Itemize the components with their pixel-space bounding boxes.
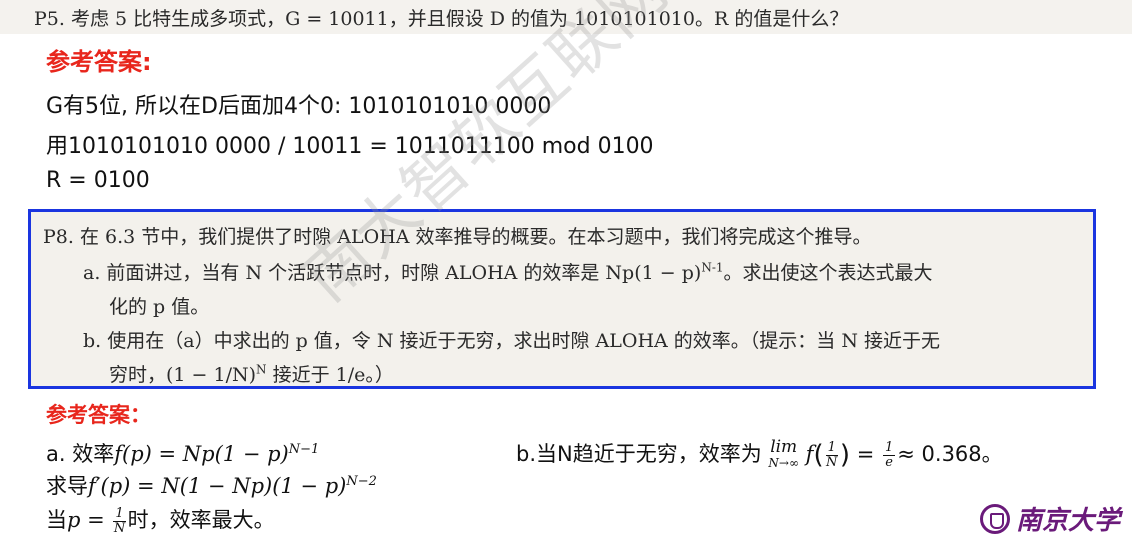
lim-subscript: N→∞ [768, 456, 799, 470]
p8-a-text-end: 。求出使这个表达式最大 [723, 262, 933, 284]
p8-b-text: 穷时，(1 − 1/N) [109, 364, 257, 386]
b-frac-den: N [826, 454, 838, 470]
max-fraction: 1N [113, 505, 126, 536]
p8-a-exponent: N-1 [701, 260, 724, 275]
max-prefix: 当 [46, 508, 67, 532]
answer2-max-condition: 当p = 1 N 时，效率最大。 [46, 504, 275, 536]
university-name: 南京大学 [1016, 506, 1121, 536]
problem-p8-a-line2: 化的 p 值。 [109, 296, 210, 318]
max-frac-num: 1 [113, 505, 126, 522]
max-suffix: 时，效率最大。 [127, 508, 275, 532]
answer1-line-2: 用1010101010 0000 / 10011 = 1011011100 mo… [46, 134, 654, 159]
problem-p8-a-line1: a. 前面讲过，当有 N 个活跃节点时，时隙 ALOHA 的效率是 Np(1 −… [83, 258, 933, 285]
e-frac-num: 1 [882, 439, 896, 456]
problem-p8-heading: P8. 在 6.3 节中，我们提供了时隙 ALOHA 效率推导的概要。在本习题中… [43, 226, 872, 248]
a-formula: f(p) = Np(1 − p) [114, 442, 289, 466]
p8-b-exponent: N [256, 362, 267, 377]
problem-p8-b-line1: b. 使用在（a）中求出的 p 值，令 N 接近于无穷，求出时隙 ALOHA 的… [83, 330, 941, 352]
e-fraction: 1e [882, 439, 896, 470]
e-frac-den: e [885, 454, 893, 470]
lim-text: lim [770, 437, 798, 457]
max-frac-den: N [113, 520, 126, 536]
b-prefix: b.当N趋近于无穷，效率为 [516, 442, 762, 466]
b-fraction: 1N [825, 439, 838, 470]
right-paren: ) [839, 440, 851, 470]
a-exponent: N−1 [288, 442, 320, 457]
b-frac-num: 1 [825, 439, 838, 456]
answer-heading-2: 参考答案： [46, 403, 151, 427]
limit-operator: lim N→∞ [768, 439, 799, 471]
problem-p8-b-line2: 穷时，(1 − 1/N)N 接近于 1/e。） [109, 360, 394, 387]
derive-formula: f′(p) = N(1 − Np)(1 − p) [88, 474, 347, 498]
answer-heading-1: 参考答案: [46, 48, 152, 76]
answer2-a-efficiency: a. 效率f(p) = Np(1 − p)N−1 [46, 438, 319, 468]
problem-p8-box: P8. 在 6.3 节中，我们提供了时隙 ALOHA 效率推导的概要。在本习题中… [28, 209, 1096, 389]
problem-p5-text: P5. 考虑 5 比特生成多项式，G = 10011，并且假设 D 的值为 10… [34, 8, 849, 30]
left-paren: ( [813, 440, 824, 470]
answer1-line-3: R = 0100 [46, 168, 150, 193]
answer2-b-limit: b.当N趋近于无穷，效率为 lim N→∞ f(1 N) = 1 e ≈ 0.368。 [516, 438, 1003, 471]
university-logo: 南京大学 [980, 500, 1120, 537]
derive-prefix: 求导 [46, 474, 88, 498]
a-prefix: a. 效率 [46, 442, 115, 466]
derive-exponent: N−2 [346, 474, 377, 489]
answer2-derivative: 求导f′(p) = N(1 − Np)(1 − p)N−2 [46, 470, 377, 500]
max-var: p = [67, 508, 112, 532]
b-equals: = [850, 442, 881, 466]
p8-b-text-end: 接近于 1/e。） [266, 364, 394, 386]
b-result: ≈ 0.368。 [897, 442, 1003, 466]
university-seal-icon [980, 503, 1010, 534]
